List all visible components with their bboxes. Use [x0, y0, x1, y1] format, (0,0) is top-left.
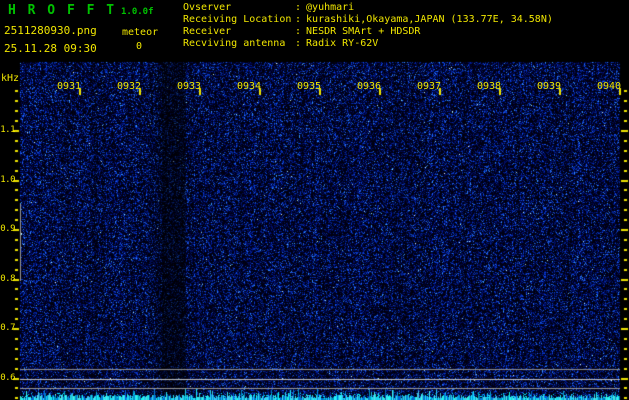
time-label: 0932: [116, 81, 142, 92]
time-label: 0936: [356, 81, 382, 92]
station-info-separator: :: [295, 38, 302, 49]
time-label: 0935: [296, 81, 322, 92]
output-filename: 2511280930.png: [4, 24, 97, 37]
station-info-label: Receiver: [183, 26, 232, 37]
time-label: 0931: [56, 81, 82, 92]
station-info-separator: :: [295, 2, 302, 13]
freq-unit-label: kHz: [1, 73, 20, 84]
time-label: 0940: [596, 81, 622, 92]
freq-label: 1.0: [0, 175, 15, 185]
meteor-counter-label: meteor: [122, 27, 159, 38]
station-info-value: Radix RY-62V: [306, 38, 379, 49]
station-info-block: Ovserver: @yuhmari Receiving Location: kura…: [183, 2, 553, 50]
time-label: 0933: [176, 81, 202, 92]
station-info-row: Receiving Location: kurashiki,Okayama,JAP…: [183, 14, 553, 26]
record-datetime: 25.11.28 09:30: [4, 42, 97, 55]
meteor-counter-value: 0: [136, 41, 143, 52]
freq-label: 1.1: [0, 125, 15, 135]
station-info-value: kurashiki,Okayama,JAPAN (133.77E, 34.58N…: [306, 14, 553, 25]
station-info-row: Ovserver: @yuhmari: [183, 2, 553, 14]
station-info-separator: :: [295, 14, 302, 25]
station-info-value: @yuhmari: [306, 2, 355, 13]
station-info-label: Recviving antenna: [183, 38, 286, 49]
freq-label: 0.6: [0, 373, 15, 383]
freq-label: 0.7: [0, 323, 15, 333]
station-info-separator: :: [295, 26, 302, 37]
time-label: 0939: [536, 81, 562, 92]
hrofft-window: H R O F F T 1.0.0f 2511280930.png meteor…: [0, 0, 629, 400]
freq-label: 0.8: [0, 274, 15, 284]
station-info-row: Receiver: NESDR SMArt + HDSDR: [183, 26, 553, 38]
freq-label: 0.9: [0, 224, 15, 234]
time-label: 0937: [416, 81, 442, 92]
station-info-row: Recviving antenna: Radix RY-62V: [183, 38, 553, 50]
time-label: 0934: [236, 81, 262, 92]
spectrogram-canvas: [0, 0, 629, 400]
station-info-label: Receiving Location: [183, 14, 292, 25]
station-info-value: NESDR SMArt + HDSDR: [306, 26, 421, 37]
time-label: 0938: [476, 81, 502, 92]
app-version: 1.0.0f: [121, 7, 154, 17]
station-info-label: Ovserver: [183, 2, 232, 13]
app-title: H R O F F T: [8, 3, 117, 18]
